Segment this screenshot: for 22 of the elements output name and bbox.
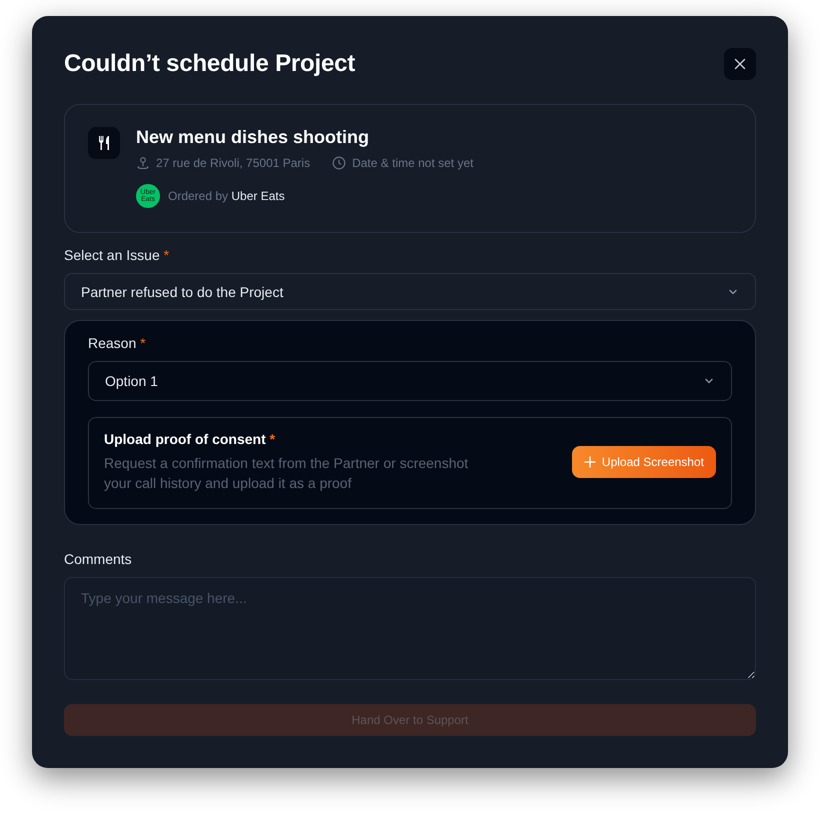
field-label: Comments xyxy=(64,551,132,568)
upload-title: Upload proof of consent xyxy=(104,431,266,448)
clock-icon xyxy=(332,156,346,170)
project-name: New menu dishes shooting xyxy=(136,127,370,148)
close-icon xyxy=(734,58,746,70)
field-label: Select an Issue xyxy=(64,246,160,263)
issue-select[interactable]: Partner refused to do the Project xyxy=(64,272,756,310)
close-button[interactable] xyxy=(724,48,756,80)
upload-description: Request a confirmation text from the Partner or screenshot your call history and upload it as a proof xyxy=(104,454,470,494)
ordered-by-text: Ordered by Uber Eats xyxy=(168,189,285,203)
cutlery-icon xyxy=(88,127,120,159)
comments-field[interactable]: Type your message here... xyxy=(64,577,756,680)
required-mark: * xyxy=(270,431,276,448)
reason-select[interactable]: Option 1 xyxy=(88,361,732,402)
required-mark: * xyxy=(140,335,146,352)
dialog-title: Couldn’t schedule Project xyxy=(64,50,356,78)
project-datetime: Date & time not set yet xyxy=(352,156,474,170)
project-address: 27 rue de Rivoli, 75001 Paris xyxy=(156,156,310,170)
plus-icon xyxy=(584,456,596,468)
location-pin-icon xyxy=(136,156,150,170)
field-label: Reason xyxy=(88,335,136,352)
required-mark: * xyxy=(164,246,170,263)
